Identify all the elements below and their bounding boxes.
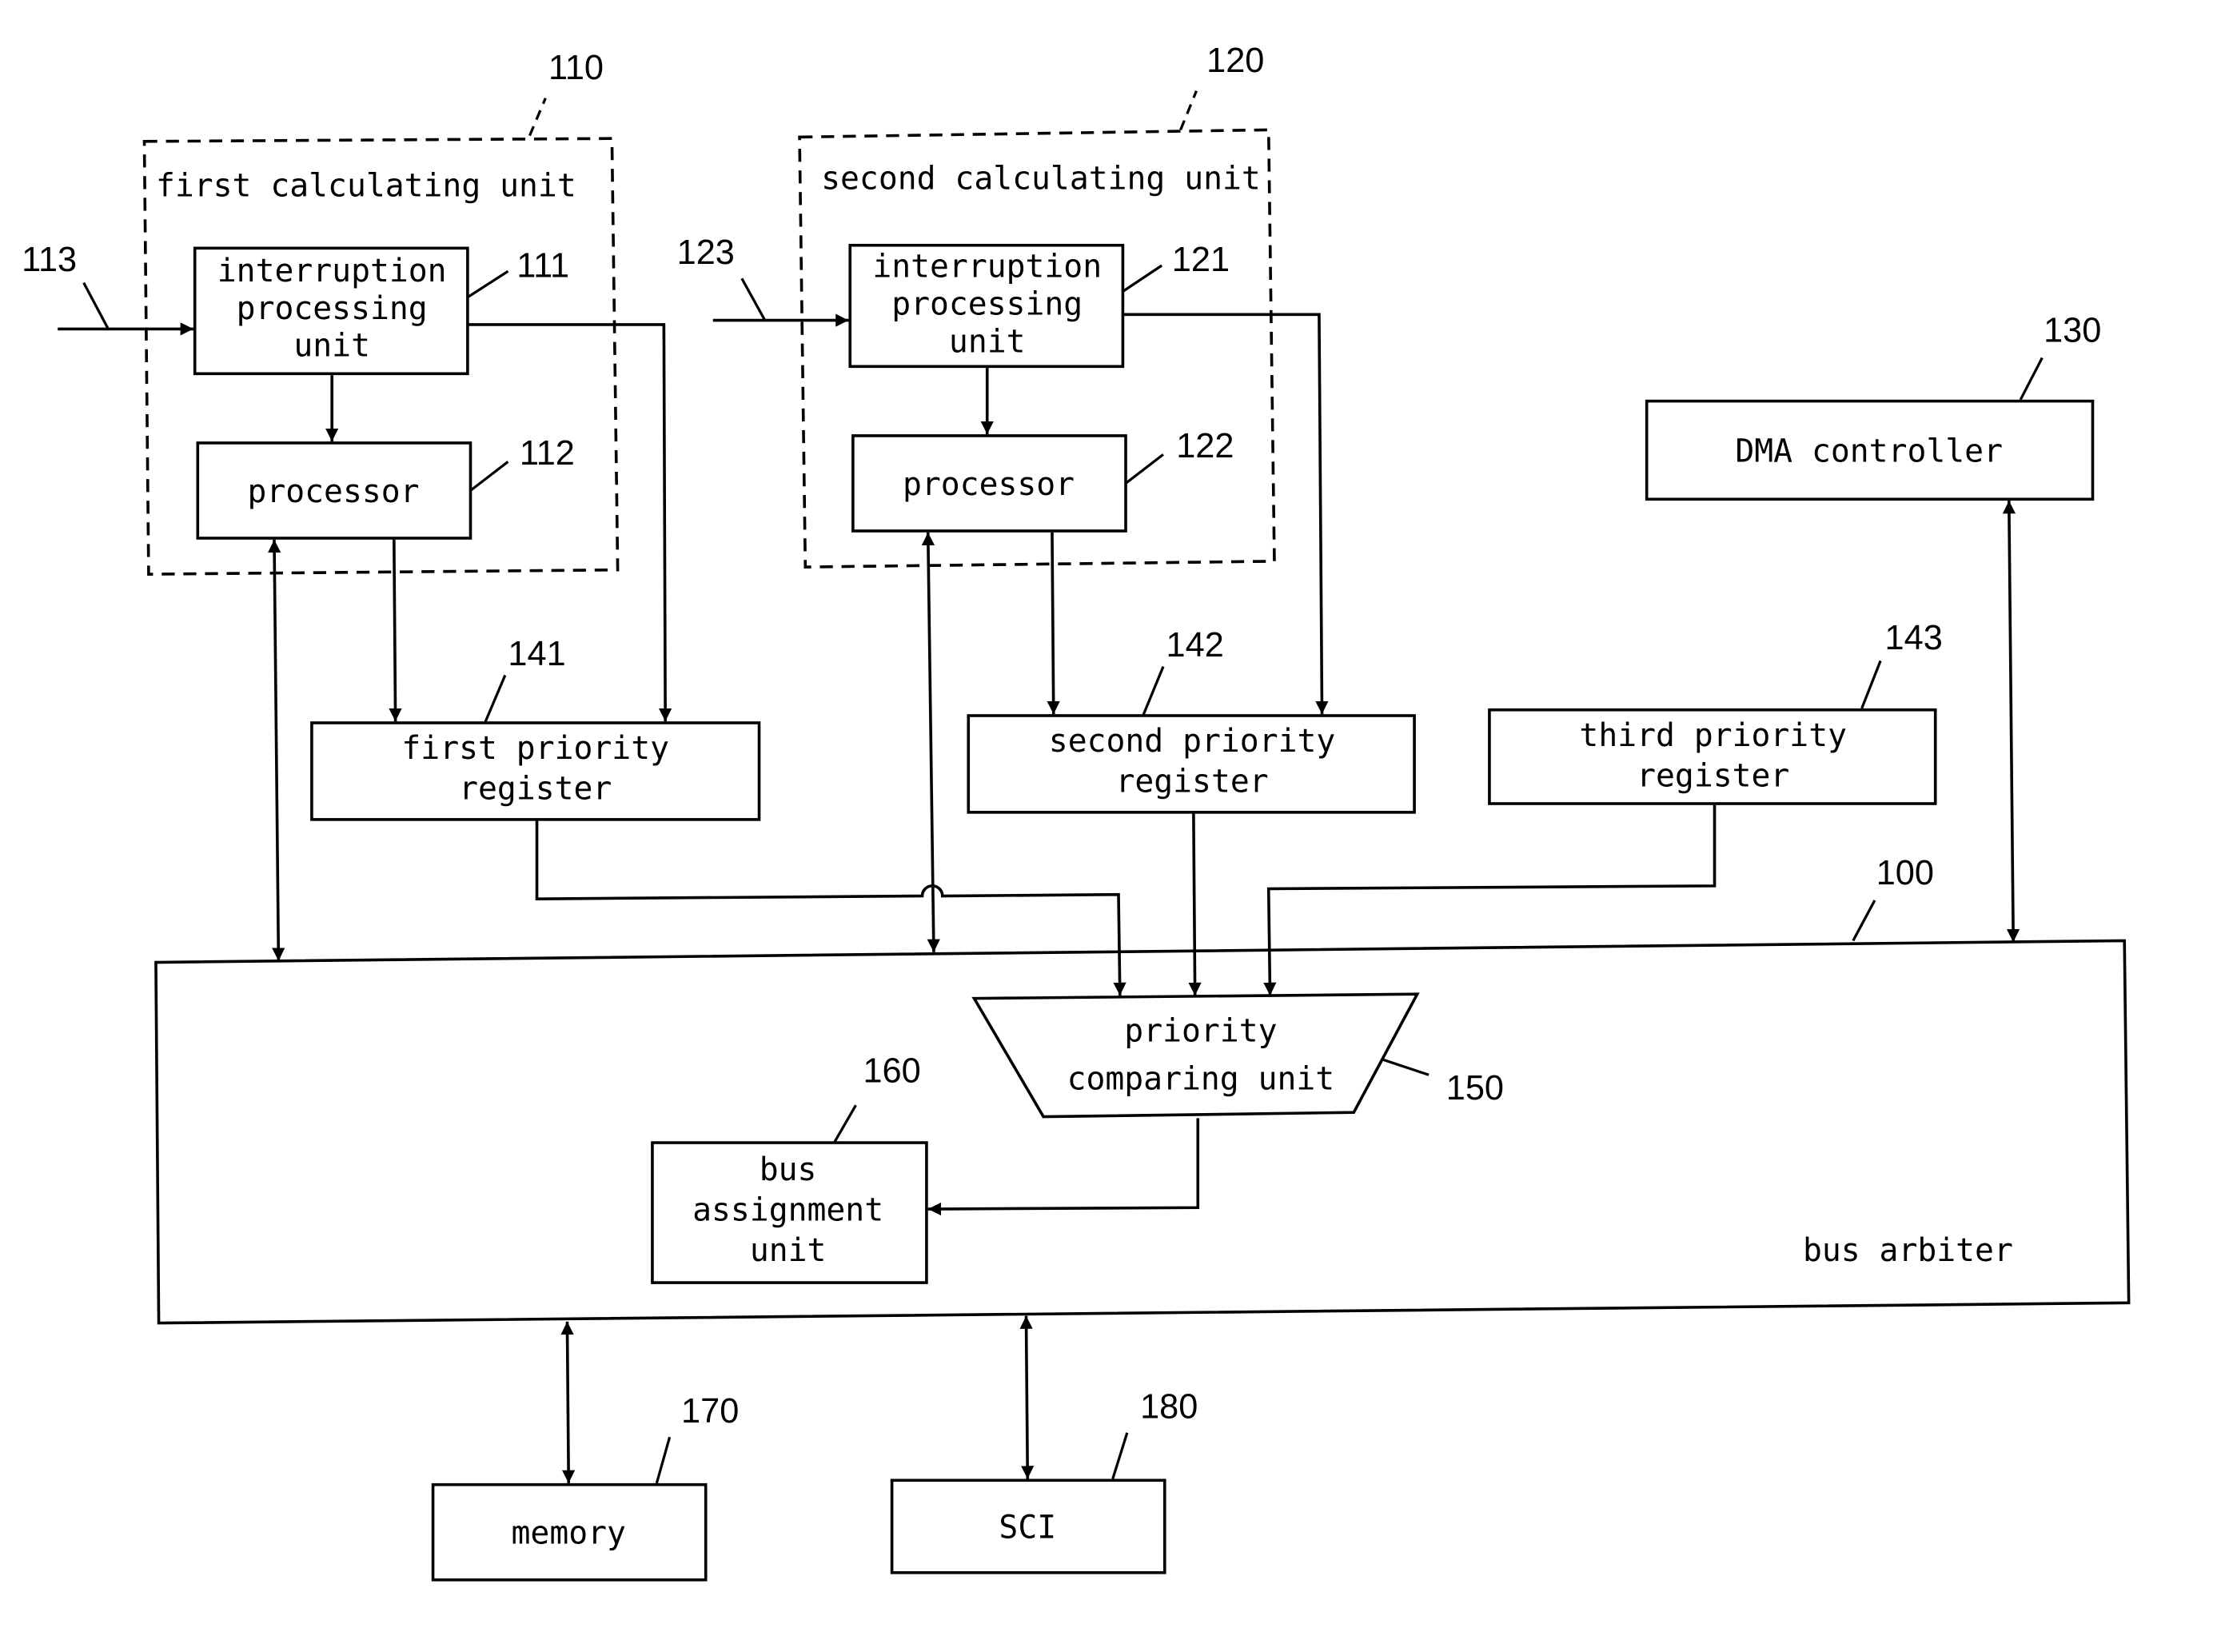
leader-line-142 [1142,665,1165,716]
wire-processor2-to-register2 [1047,532,1060,715]
ref-100: 100 [1876,854,1934,892]
ref-123: 123 [677,233,735,272]
bus-link-memory [560,1321,576,1483]
bus-link-processor2 [921,532,940,952]
assign-line-3: unit [750,1232,827,1269]
ipu2-line-2: processing [891,285,1083,322]
second-calculating-unit-title: second calculating unit [821,160,1261,197]
register-2-line-1: second priority [1049,723,1336,760]
ipu1-line-2: processing [237,290,428,327]
leader-line-123 [740,277,767,321]
ipu1-line-3: unit [293,328,370,365]
processor-1-label: processor [247,473,419,510]
ipu2-line-3: unit [949,323,1026,360]
bus-link-dma-controller [2002,501,2020,943]
dma-controller-label: DMA controller [1735,433,2003,469]
ref-143: 143 [1885,619,1943,657]
leader-line-141 [484,674,507,724]
comparer-line-2: comparing unit [1067,1060,1335,1097]
leader-line-180 [1111,1432,1129,1479]
ref-180: 180 [1140,1388,1198,1427]
comparer-line-1: priority [1124,1013,1277,1050]
ref-121: 121 [1172,241,1230,279]
bus-link-sci [1019,1315,1035,1479]
ref-122: 122 [1176,427,1234,465]
ref-130: 130 [2044,312,2101,350]
assign-line-1: bus [760,1151,817,1188]
leader-line-100 [1852,900,1876,942]
ref-112: 112 [520,434,575,473]
memory-label: memory [512,1515,626,1552]
bus-arbitration-block-diagram: first calculating unit 110 interruption … [22,42,2131,1582]
leader-line-110 [528,98,547,137]
leader-line-111 [466,269,509,299]
ref-110: 110 [548,49,604,87]
leader-line-122 [1125,453,1164,485]
leader-line-113 [82,281,110,330]
ref-160: 160 [863,1051,920,1090]
wire-register2-to-comparer [1188,813,1202,996]
bus-link-processor1 [268,539,285,961]
assign-line-2: assignment [692,1192,883,1229]
ref-120: 120 [1206,42,1264,80]
ref-142: 142 [1166,626,1224,664]
ref-111: 111 [516,246,569,285]
register-1-line-2: register [459,771,612,808]
register-3-line-1: third priority [1579,717,1847,754]
sci-label: SCI [999,1509,1056,1546]
leader-line-143 [1860,660,1882,709]
leader-line-170 [655,1436,672,1484]
ref-113: 113 [22,241,77,279]
ref-170: 170 [681,1392,739,1431]
ipu1-line-1: interruption [217,253,447,289]
leader-line-120 [1179,90,1198,131]
first-calculating-unit-title: first calculating unit [156,167,576,204]
ref-141: 141 [508,635,565,673]
processor-2-label: processor [903,466,1075,503]
ipu2-line-1: interruption [872,248,1102,285]
register-1-line-1: first priority [401,730,669,767]
leader-line-121 [1122,264,1163,293]
ref-150: 150 [1446,1069,1504,1107]
leader-line-112 [469,461,509,492]
first-calculating-unit: first calculating unit 110 interruption … [142,49,620,576]
wire-ipu1-to-register1 [467,323,672,722]
leader-line-130 [2019,357,2044,401]
bus-arbiter-label: bus arbiter [1803,1232,2013,1269]
register-3-line-2: register [1637,757,1789,794]
register-2-line-2: register [1115,764,1268,800]
second-calculating-unit: second calculating unit 120 interruption… [798,42,1276,569]
wire-processor1-to-register1 [389,539,402,722]
